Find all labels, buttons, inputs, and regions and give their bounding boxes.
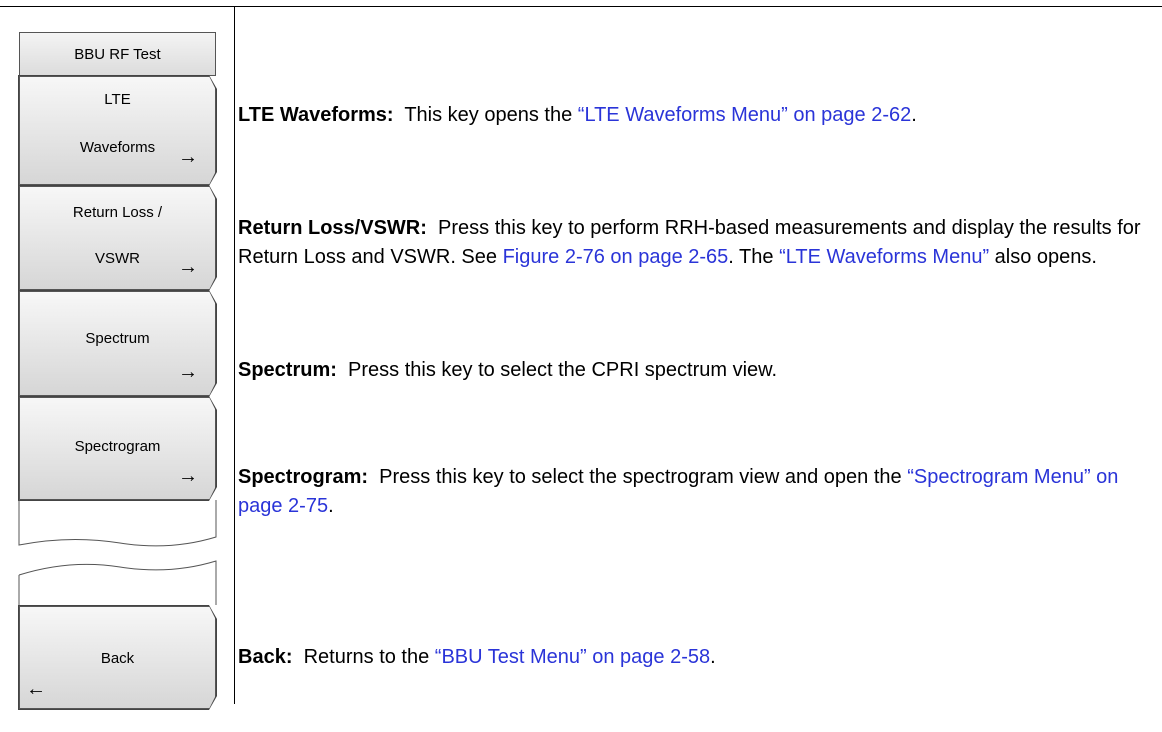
desc-text: Press this key to select the CPRI spectr…	[348, 359, 778, 381]
right-arrow-icon: →	[178, 256, 198, 278]
return-loss-label-line1: Return Loss /	[72, 204, 163, 221]
spectrogram-label: Spectrogram	[74, 438, 161, 455]
right-arrow-icon: →	[178, 146, 198, 168]
term: Return Loss/VSWR:	[238, 217, 427, 239]
menu-title: BBU RF Test	[19, 32, 216, 76]
desc-text: .	[710, 646, 716, 668]
lte-waveforms-menu-link[interactable]: “LTE Waveforms Menu” on page 2-62	[578, 104, 911, 126]
term: Back:	[238, 646, 293, 668]
desc-text: Press this key to select the spectrogram…	[379, 466, 908, 488]
back-label: Back	[100, 650, 135, 667]
spectrum-description: Spectrum: Press this key to select the C…	[238, 356, 1148, 385]
term: Spectrum:	[238, 359, 337, 381]
return-loss-description: Return Loss/VSWR: Press this key to perf…	[238, 214, 1148, 272]
lte-waveforms-button[interactable]: LTE Waveforms →	[19, 76, 216, 185]
figure-link[interactable]: Figure 2-76 on page 2-65	[503, 246, 729, 268]
column-divider	[234, 6, 235, 704]
menu-break-wave	[18, 500, 217, 605]
desc-text: This key opens the	[404, 104, 578, 126]
right-arrow-icon: →	[178, 465, 198, 487]
term: LTE Waveforms:	[238, 104, 394, 126]
spectrogram-button[interactable]: Spectrogram →	[19, 397, 216, 500]
spectrum-button[interactable]: Spectrum →	[19, 291, 216, 396]
bbu-test-menu-link[interactable]: “BBU Test Menu” on page 2-58	[435, 646, 710, 668]
desc-text: .	[911, 104, 917, 126]
desc-text: also opens.	[989, 246, 1097, 268]
back-description: Back: Returns to the “BBU Test Menu” on …	[238, 643, 1148, 672]
lte-waveforms-description: LTE Waveforms: This key opens the “LTE W…	[238, 101, 1148, 130]
lte-waveforms-label-line1: LTE	[104, 91, 131, 108]
spectrogram-description: Spectrogram: Press this key to select th…	[238, 463, 1148, 521]
return-loss-vswr-button[interactable]: Return Loss / VSWR →	[19, 186, 216, 290]
lte-waveforms-menu-link[interactable]: “LTE Waveforms Menu”	[779, 246, 989, 268]
soft-key-menu: BBU RF Test LTE Waveforms → Return Loss …	[0, 0, 234, 732]
left-arrow-icon: ←	[26, 678, 46, 700]
spectrum-label: Spectrum	[85, 330, 150, 347]
right-arrow-icon: →	[178, 361, 198, 383]
desc-text: . The	[728, 246, 780, 268]
term: Spectrogram:	[238, 466, 369, 488]
desc-text: .	[328, 495, 334, 517]
desc-text: Returns to the	[303, 646, 435, 668]
back-button[interactable]: Back ←	[19, 606, 216, 709]
